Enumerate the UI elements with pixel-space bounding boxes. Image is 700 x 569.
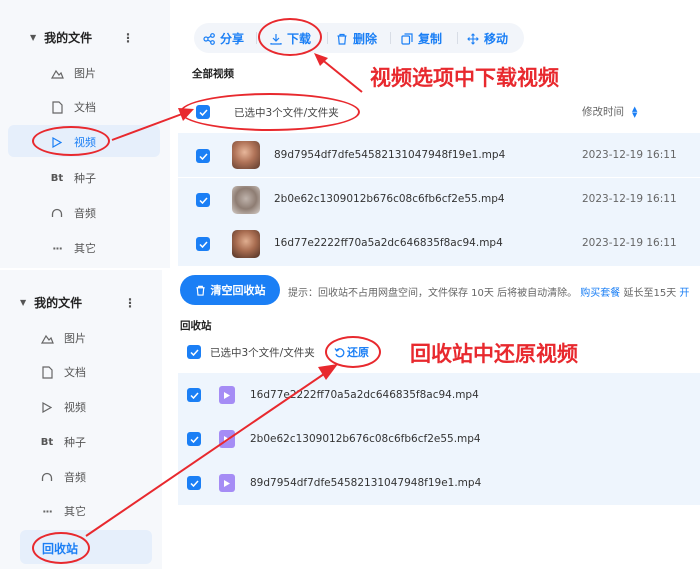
column-modified-header[interactable]: 修改时间 ▲ ▼ [582, 104, 637, 119]
bt-icon: Bt [40, 436, 54, 448]
move-icon [467, 32, 479, 45]
top-sidebar-header-label: 我的文件 [44, 31, 93, 45]
top-sidebar-item-video[interactable]: 视频 [50, 134, 96, 150]
top-sidebar-item-audio[interactable]: 音频 [50, 205, 96, 221]
sidebar-item-label: 其它 [74, 242, 96, 255]
download-icon [270, 33, 282, 45]
bottom-sidebar-item-images[interactable]: 图片 [40, 330, 86, 346]
trash-icon [337, 33, 347, 45]
restore-label: 还原 [347, 346, 369, 359]
copy-button[interactable]: 复制 [401, 30, 442, 47]
file-date: 2023-12-19 16:11 [582, 149, 677, 161]
sidebar-item-label: 音频 [74, 207, 96, 220]
headphone-icon [50, 206, 64, 220]
sort-icon: ▲ ▼ [632, 104, 638, 119]
selection-count: 已选中3个文件/文件夹 [234, 107, 339, 119]
tip-text-suffix: 延长至15天 [623, 288, 677, 299]
more-icon: ··· [52, 241, 63, 255]
clear-recycle-button[interactable]: 清空回收站 [180, 275, 280, 305]
check-icon [198, 196, 208, 204]
annotation-arrow-restore [85, 364, 338, 537]
section-title: 全部视频 [192, 68, 234, 80]
download-label: 下载 [287, 32, 312, 46]
top-sidebar-header[interactable]: ▼ 我的文件 ⋮ [30, 29, 160, 46]
document-icon [50, 100, 64, 114]
delete-label: 删除 [353, 32, 378, 46]
play-icon [40, 400, 54, 414]
sidebar-item-label: 视频 [74, 136, 96, 149]
file-name[interactable]: 16d77e2222ff70a5a2dc646835f8ac94.mp4 [274, 237, 503, 249]
play-icon [50, 135, 64, 149]
top-sidebar-item-other[interactable]: ··· 其它 [50, 240, 96, 256]
caret-down-icon: ▼ [20, 298, 27, 307]
image-icon [50, 66, 64, 80]
more-icon: ··· [42, 504, 53, 518]
row-checkbox[interactable] [196, 149, 210, 163]
column-modified-label: 修改时间 [582, 106, 624, 118]
move-button[interactable]: 移动 [467, 30, 508, 47]
toolbar-divider [256, 32, 257, 44]
video-thumbnail [232, 230, 260, 258]
annotation-arrow-download [314, 53, 363, 93]
check-icon [198, 240, 208, 248]
document-icon [40, 365, 54, 379]
sidebar-item-label: 图片 [74, 67, 96, 80]
video-thumbnail [232, 186, 260, 214]
recycle-tip: 提示：回收站不占用网盘空间，文件保存 10天 后将被自动清除。 购买套餐 延长至… [288, 284, 700, 299]
annotation-text-download: 视频选项中下载视频 [370, 66, 559, 90]
top-sidebar-item-images[interactable]: 图片 [50, 65, 96, 81]
bottom-sidebar-header-label: 我的文件 [34, 296, 83, 310]
share-icon [203, 32, 215, 45]
sidebar-item-label: 文档 [74, 101, 96, 114]
row-checkbox[interactable] [196, 237, 210, 251]
share-button[interactable]: 分享 [203, 30, 244, 47]
sidebar-item-label: 种子 [74, 172, 96, 185]
copy-label: 复制 [418, 32, 443, 46]
file-name[interactable]: 89d7954df7dfe54582131047948f19e1.mp4 [274, 149, 505, 161]
trash-icon [195, 285, 205, 296]
caret-down-icon: ▼ [30, 33, 37, 42]
video-thumbnail [232, 141, 260, 169]
bt-icon: Bt [50, 172, 64, 184]
toolbar-divider [457, 32, 458, 44]
annotation-text-restore: 回收站中还原视频 [410, 342, 578, 366]
toolbar-divider [327, 32, 328, 44]
move-label: 移动 [484, 32, 509, 46]
select-all-checkbox[interactable] [196, 105, 210, 119]
file-date: 2023-12-19 16:11 [582, 193, 677, 205]
open-link[interactable]: 开 [679, 288, 689, 299]
tip-text: 提示：回收站不占用网盘空间，文件保存 10天 后将被自动清除。 [288, 288, 578, 299]
file-date: 2023-12-19 16:11 [582, 237, 677, 249]
download-button[interactable]: 下载 [270, 30, 311, 47]
check-icon [198, 152, 208, 160]
headphone-icon [40, 470, 54, 484]
sidebar-item-label: 图片 [64, 332, 86, 345]
clear-recycle-label: 清空回收站 [210, 284, 266, 297]
top-sidebar-item-docs[interactable]: 文档 [50, 99, 96, 115]
recycle-section-title: 回收站 [180, 320, 212, 332]
copy-icon [401, 32, 413, 45]
bottom-sidebar-header[interactable]: ▼ 我的文件 ⋮ [20, 294, 150, 311]
top-sidebar-item-torrent[interactable]: Bt 种子 [50, 170, 96, 186]
buy-plan-link[interactable]: 购买套餐 [580, 288, 620, 299]
row-checkbox[interactable] [196, 193, 210, 207]
toolbar-divider [390, 32, 391, 44]
check-icon [198, 108, 208, 116]
kebab-menu-icon[interactable]: ⋮ [124, 296, 136, 310]
share-label: 分享 [220, 32, 245, 46]
sidebar-item-recycle-bin[interactable]: 回收站 [42, 540, 78, 557]
kebab-menu-icon[interactable]: ⋮ [122, 31, 134, 45]
delete-button[interactable]: 删除 [336, 30, 377, 47]
file-name[interactable]: 2b0e62c1309012b676c08c6fb6cf2e55.mp4 [274, 193, 505, 205]
image-icon [40, 331, 54, 345]
